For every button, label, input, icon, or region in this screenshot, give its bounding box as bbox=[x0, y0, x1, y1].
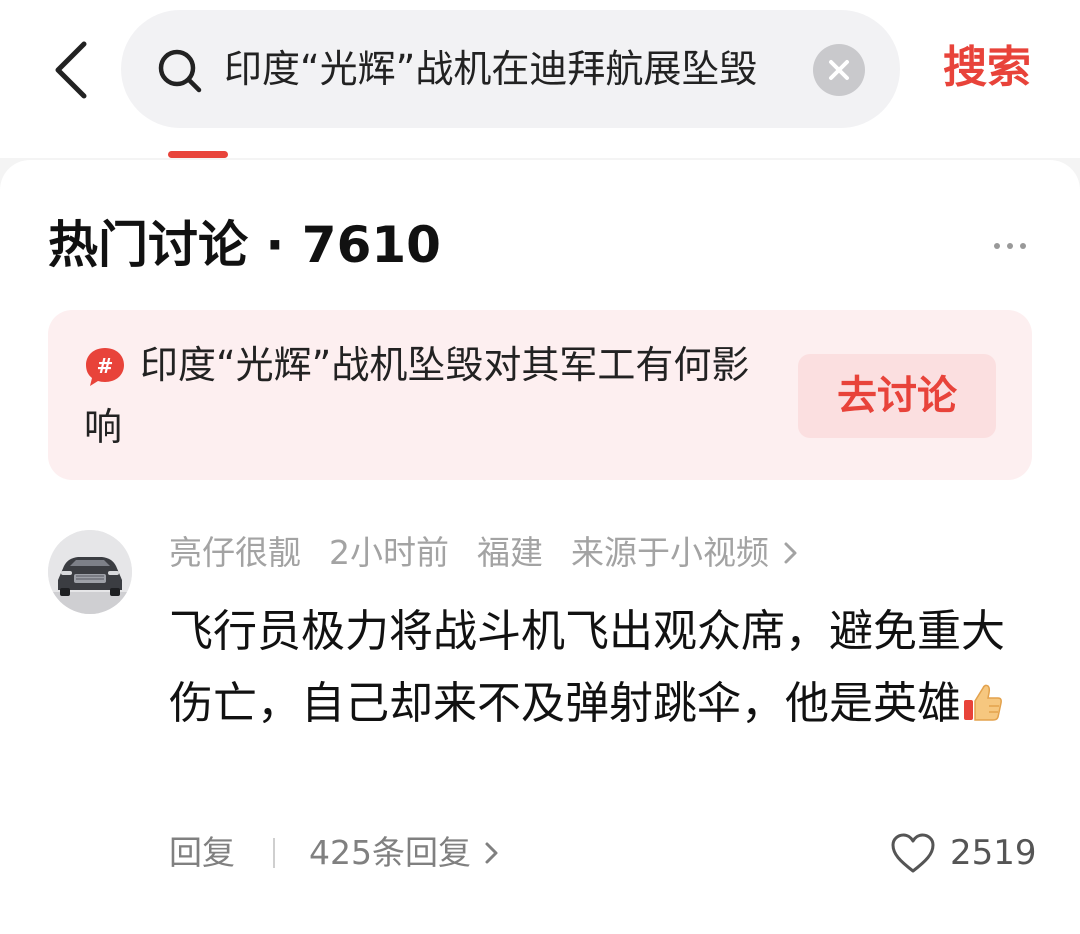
search-query[interactable]: 印度“光辉”战机在迪拜航展坠毁 bbox=[224, 36, 784, 102]
clear-icon bbox=[829, 60, 849, 80]
thumbs-up-icon bbox=[964, 684, 1002, 721]
more-icon bbox=[994, 243, 1000, 249]
reply-button[interactable]: 回复 bbox=[169, 826, 235, 880]
chevron-right-icon bbox=[485, 842, 498, 864]
divider bbox=[273, 838, 275, 868]
topic-banner[interactable]: # 印度“光辉”战机坠毁对其军工有何影响 去讨论 bbox=[48, 310, 1032, 480]
more-icon bbox=[1007, 243, 1013, 249]
comment-author[interactable]: 亮仔很靓 bbox=[169, 528, 301, 578]
heart-icon bbox=[891, 833, 935, 873]
car-avatar-image bbox=[48, 530, 132, 614]
chevron-right-icon bbox=[784, 542, 797, 564]
replies-count-link[interactable]: 425条回复 bbox=[309, 826, 471, 880]
search-icon bbox=[158, 49, 202, 93]
like-button[interactable]: 2519 bbox=[890, 826, 1037, 880]
comment-location: 福建 bbox=[477, 533, 543, 572]
more-icon bbox=[1020, 243, 1026, 249]
like-count: 2519 bbox=[950, 833, 1037, 873]
clear-search-button[interactable] bbox=[813, 44, 865, 96]
comment-source-link[interactable]: 来源于小视频 bbox=[571, 528, 769, 578]
comment-time: 2小时前 bbox=[329, 533, 449, 572]
top-bar: 印度“光辉”战机在迪拜航展坠毁 搜索 bbox=[0, 0, 1080, 158]
comment-meta: 亮仔很靓 2小时前 福建 来源于小视频 bbox=[169, 528, 801, 578]
more-options-button[interactable] bbox=[980, 226, 1040, 266]
topic-title[interactable]: 印度“光辉”战机坠毁对其军工有何影响 bbox=[84, 334, 784, 458]
comment-actions: 回复 425条回复 bbox=[169, 826, 501, 880]
avatar[interactable] bbox=[48, 530, 132, 614]
search-input[interactable]: 印度“光辉”战机在迪拜航展坠毁 bbox=[121, 10, 900, 128]
back-icon bbox=[55, 41, 87, 99]
comment-text-content: 飞行员极力将战斗机飞出观众席，避免重大伤亡，自己却来不及弹射跳伞，他是英雄 bbox=[169, 606, 1005, 729]
search-submit-button[interactable]: 搜索 bbox=[922, 32, 1052, 104]
section-title: 热门讨论 · 7610 bbox=[48, 216, 441, 274]
active-tab-indicator bbox=[168, 151, 228, 158]
comment-text: 飞行员极力将战斗机飞出观众席，避免重大伤亡，自己却来不及弹射跳伞，他是英雄 bbox=[169, 596, 1039, 740]
back-button[interactable] bbox=[40, 30, 104, 110]
go-discuss-button[interactable]: 去讨论 bbox=[798, 354, 996, 438]
